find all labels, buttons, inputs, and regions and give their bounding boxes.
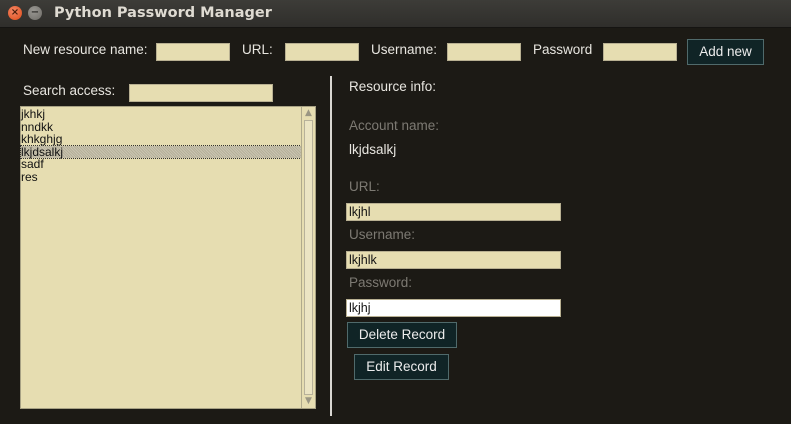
info-username-field[interactable] <box>346 251 561 269</box>
username-input[interactable] <box>447 43 521 61</box>
info-password-label: Password: <box>349 275 413 290</box>
close-icon[interactable]: × <box>8 6 22 20</box>
list-scrollbar[interactable]: ▲ ▼ <box>301 107 315 408</box>
scroll-down-icon[interactable]: ▼ <box>303 396 314 407</box>
title-bar: × − Python Password Manager <box>0 0 791 28</box>
password-input[interactable] <box>603 43 677 61</box>
search-input[interactable] <box>129 84 273 102</box>
new-resource-label: New resource name: <box>23 42 148 57</box>
username-label: Username: <box>371 42 438 57</box>
list-item[interactable]: khkghjg <box>21 133 301 146</box>
account-name-label: Account name: <box>349 118 440 133</box>
url-input[interactable] <box>285 43 359 61</box>
list-item[interactable]: sadf <box>21 158 301 171</box>
resource-list: jkhkj nndkk khkghjg lkjdsalkj sadf res <box>20 108 302 184</box>
resource-info-heading: Resource info: <box>349 79 437 94</box>
url-label: URL: <box>242 42 273 57</box>
scroll-thumb[interactable] <box>304 120 313 395</box>
list-item-selected[interactable]: lkjdsalkj <box>20 144 302 159</box>
resource-listbox[interactable]: jkhkj nndkk khkghjg lkjdsalkj sadf res ▲… <box>20 106 316 409</box>
info-password-field[interactable] <box>346 299 561 317</box>
window-title: Python Password Manager <box>54 5 272 21</box>
scroll-up-icon[interactable]: ▲ <box>303 108 314 119</box>
panel-divider <box>330 76 332 416</box>
info-username-label: Username: <box>349 227 416 242</box>
edit-record-button[interactable]: Edit Record <box>354 354 449 380</box>
delete-record-button[interactable]: Delete Record <box>347 322 457 348</box>
info-url-field[interactable] <box>346 203 561 221</box>
list-item[interactable]: jkhkj <box>21 108 301 121</box>
account-name-value: lkjdsalkj <box>349 142 397 157</box>
info-url-label: URL: <box>349 179 380 194</box>
search-label: Search access: <box>23 83 116 98</box>
list-item[interactable]: nndkk <box>21 120 301 134</box>
list-item[interactable]: res <box>21 170 301 184</box>
new-resource-input[interactable] <box>156 43 230 61</box>
minimize-icon[interactable]: − <box>28 6 42 20</box>
add-new-button[interactable]: Add new <box>687 39 764 65</box>
password-label: Password <box>533 42 593 57</box>
